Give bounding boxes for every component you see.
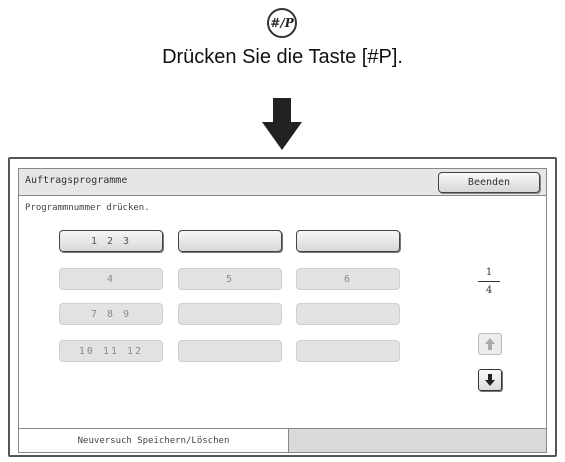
program-button[interactable]	[296, 340, 400, 362]
panel-inner: Auftragsprogramme Beenden Programmnummer…	[18, 168, 547, 453]
exit-button[interactable]: Beenden	[438, 172, 540, 193]
program-button[interactable]: 10 11 12	[59, 340, 163, 362]
page-indicator: 1 4	[474, 267, 504, 296]
panel-title: Auftragsprogramme	[25, 175, 128, 186]
program-button[interactable]	[178, 230, 282, 252]
arrow-up-icon	[485, 338, 495, 350]
page-current: 1	[485, 267, 493, 278]
page-divider	[478, 281, 500, 282]
instruction-text: Drücken Sie die Taste [#P].	[162, 46, 403, 68]
title-bar: Auftragsprogramme Beenden	[19, 169, 546, 196]
program-button[interactable]	[178, 303, 282, 325]
program-button[interactable]: 5	[178, 268, 282, 290]
program-button[interactable]	[296, 303, 400, 325]
scroll-up-button[interactable]	[478, 333, 502, 355]
tab-secondary[interactable]	[289, 428, 546, 452]
tab-bar: Neuversuch Speichern/Löschen	[19, 428, 546, 452]
program-button[interactable]	[178, 340, 282, 362]
arrow-down-icon	[485, 374, 495, 386]
manual-illustration: #/P Drücken Sie die Taste [#P]. Auftrags…	[0, 0, 565, 462]
program-button[interactable]: 6	[296, 268, 400, 290]
program-button[interactable]: 4	[59, 268, 163, 290]
program-button[interactable]	[296, 230, 400, 252]
down-arrow-icon	[262, 98, 302, 150]
prompt-text: Programmnummer drücken.	[25, 203, 150, 213]
hash-p-key-icon: #/P	[267, 8, 297, 38]
program-button[interactable]: 7 8 9	[59, 303, 163, 325]
job-programs-panel: Auftragsprogramme Beenden Programmnummer…	[8, 157, 557, 457]
hash-p-key-label: #/P	[270, 16, 294, 30]
page-total: 4	[485, 285, 493, 296]
tab-retry-store-delete[interactable]: Neuversuch Speichern/Löschen	[19, 428, 289, 452]
scroll-down-button[interactable]	[478, 369, 502, 391]
program-button[interactable]: 1 2 3	[59, 230, 163, 252]
